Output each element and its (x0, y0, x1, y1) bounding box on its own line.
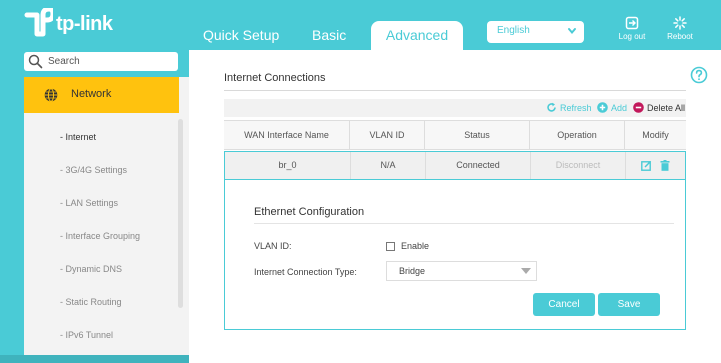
tab-quick-setup[interactable]: Quick Setup (203, 18, 279, 50)
logout-label: Log out (618, 32, 646, 41)
logout-icon (625, 16, 639, 30)
top-bar: tp-link Quick Setup Basic Advanced Engli… (0, 0, 721, 50)
connection-type-value: Bridge (399, 266, 426, 276)
cell-wan-name: br_0 (278, 160, 297, 170)
search-input[interactable] (48, 54, 168, 69)
trash-icon[interactable] (660, 160, 670, 171)
save-button[interactable]: Save (598, 293, 660, 316)
enable-label: Enable (401, 241, 430, 251)
config-divider (254, 223, 674, 224)
delete-all-label: Delete All (647, 102, 686, 113)
tab-basic[interactable]: Basic (312, 18, 346, 50)
search-icon (28, 54, 43, 69)
tab-advanced[interactable]: Advanced (371, 21, 463, 50)
edit-icon[interactable] (641, 160, 652, 171)
sidebar-section-label: Network (71, 88, 112, 100)
chevron-down-icon (568, 28, 576, 35)
refresh-button[interactable]: Refresh (546, 102, 592, 113)
refresh-label: Refresh (560, 102, 592, 113)
title-divider (224, 90, 686, 91)
refresh-icon (547, 102, 556, 112)
sidebar-item-lan-settings[interactable]: - LAN Settings (60, 198, 118, 208)
sidebar-item-internet[interactable]: - Internet (60, 132, 96, 142)
dropdown-arrow-icon (521, 268, 531, 274)
tp-link-logo-icon (24, 8, 53, 37)
cell-status: Connected (425, 152, 530, 179)
cancel-button[interactable]: Cancel (533, 293, 595, 316)
language-value: English (497, 25, 530, 36)
sidebar-item-ipv6-tunnel[interactable]: - IPv6 Tunnel (60, 330, 113, 340)
add-icon (597, 102, 608, 113)
connection-type-label: Internet Connection Type: (254, 267, 357, 277)
config-title: Ethernet Configuration (254, 206, 365, 218)
help-icon[interactable] (690, 66, 708, 84)
disconnect-button[interactable]: Disconnect (530, 152, 625, 179)
connection-type-select[interactable]: Bridge (386, 261, 537, 281)
column-status: Status (424, 121, 529, 149)
column-operation: Operation (529, 121, 624, 149)
delete-all-icon (633, 102, 644, 113)
enable-checkbox[interactable] (386, 242, 395, 251)
table-row[interactable]: br_0 N/A Connected Disconnect (224, 151, 686, 180)
reboot-button[interactable]: Reboot (660, 16, 700, 41)
column-vlan-id: VLAN ID (349, 121, 424, 149)
cell-modify (625, 152, 685, 179)
column-modify: Modify (624, 121, 686, 149)
delete-all-button[interactable]: Delete All (633, 102, 685, 113)
brand-name: tp-link (56, 12, 113, 35)
sidebar-footer (0, 355, 189, 363)
sidebar-item-3g4g-settings[interactable]: - 3G/4G Settings (60, 165, 127, 175)
tp-link-logo[interactable]: tp-link (23, 8, 113, 40)
sidebar-item-static-routing[interactable]: - Static Routing (60, 297, 122, 307)
sidebar-item-dynamic-dns[interactable]: - Dynamic DNS (60, 264, 122, 274)
sidebar-item-interface-grouping[interactable]: - Interface Grouping (60, 231, 140, 241)
sidebar-scrollbar[interactable] (178, 119, 183, 308)
logout-button[interactable]: Log out (612, 16, 652, 41)
reboot-icon (673, 16, 687, 30)
language-select[interactable]: English (487, 21, 584, 43)
table-header: WAN Interface Name VLAN ID Status Operat… (224, 120, 686, 150)
vlan-id-label: VLAN ID: (254, 241, 292, 251)
search-box[interactable] (24, 52, 178, 71)
column-wan-interface-name: WAN Interface Name (244, 130, 329, 140)
add-button[interactable]: Add (597, 102, 627, 113)
table-toolbar: Refresh Add Delete All (224, 99, 686, 117)
add-label: Add (611, 102, 628, 113)
sidebar-menu: Network - Internet - 3G/4G Settings - LA… (24, 77, 189, 355)
globe-icon (44, 88, 58, 102)
cell-vlan-id: N/A (350, 152, 425, 179)
sidebar-section-network[interactable]: Network (24, 77, 179, 113)
page-title: Internet Connections (224, 72, 326, 84)
reboot-label: Reboot (667, 32, 693, 41)
